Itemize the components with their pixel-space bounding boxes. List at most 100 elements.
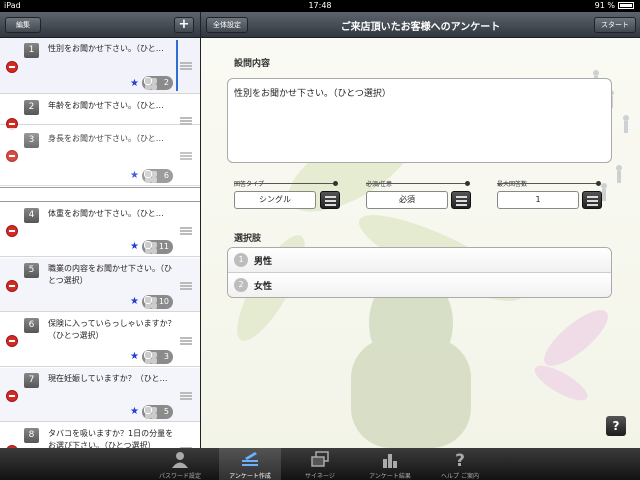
editor-navbar: 全体設定 ご来店頂いたお客様へのアンケート スタート: [201, 12, 640, 38]
question-list: 1 性別をお聞かせ下さい。（ひと… ★ 2 2 年齢をお聞かせ下さい。（ひと… …: [0, 38, 200, 448]
question-number: 3: [24, 133, 39, 148]
required-star-icon: ★: [130, 296, 139, 307]
question-text: タバコを吸いますか？1日の分量をお選び下さい。（ひとつ選択）: [48, 429, 174, 448]
question-row[interactable]: 1 性別をお聞かせ下さい。（ひと… ★ 2: [0, 38, 200, 94]
person-icon: [172, 452, 188, 468]
tab-survey-create[interactable]: アンケート作成: [219, 448, 281, 480]
tab-label: パスワード設定: [158, 473, 201, 480]
max-answers-list-button[interactable]: [582, 191, 602, 209]
bar-chart-icon: [383, 454, 397, 468]
choice-text: 女性: [254, 282, 273, 292]
question-text: 体重をお聞かせ下さい。（ひと…: [48, 209, 164, 218]
reorder-handle-icon[interactable]: [180, 152, 192, 160]
start-button[interactable]: スタート: [594, 17, 636, 33]
answer-type-field[interactable]: シングル: [234, 191, 316, 209]
choice-row[interactable]: 1 男性: [228, 248, 611, 273]
battery-percent: 91 %: [594, 1, 615, 10]
choice-row[interactable]: 2 女性: [228, 273, 611, 297]
tab-password-settings[interactable]: パスワード設定: [149, 448, 211, 480]
required-star-icon: ★: [130, 406, 139, 417]
question-row[interactable]: 2 年齢をお聞かせ下さい。（ひと…: [0, 95, 200, 130]
edit-button[interactable]: 編集: [5, 17, 41, 33]
required-star-icon: ★: [130, 241, 139, 252]
required-star-icon: ★: [130, 170, 139, 181]
choice-count-badge: 10: [142, 295, 173, 309]
status-bar: iPad 17:48 91 %: [0, 0, 640, 12]
question-text: 性別をお聞かせ下さい。（ひと…: [48, 44, 164, 53]
tab-help[interactable]: ? ヘルプ ご案内: [429, 448, 491, 480]
choices-list: 1 男性 2 女性: [227, 247, 612, 298]
help-button[interactable]: ?: [606, 416, 626, 436]
delete-icon[interactable]: [6, 280, 18, 292]
tab-signage[interactable]: サイネージ: [289, 448, 351, 480]
required-star-icon: ★: [130, 351, 139, 362]
max-answers-divider: [497, 181, 601, 186]
choice-count-badge: 2: [142, 76, 173, 90]
edit-list-icon: [242, 452, 258, 466]
question-number: 4: [24, 208, 39, 223]
choice-number: 1: [234, 253, 248, 267]
reorder-handle-icon[interactable]: [180, 392, 192, 400]
question-row[interactable]: 6 保険に入っていらっしゃいますか？（ひとつ選択） ★ 3: [0, 313, 200, 367]
tab-label: ヘルプ ご案内: [441, 473, 479, 480]
choice-count-badge: 6: [142, 169, 173, 183]
reorder-handle-icon[interactable]: [180, 227, 192, 235]
required-star-icon: ★: [130, 78, 139, 89]
drag-insertion-gap: [0, 187, 200, 202]
max-answers-field[interactable]: 1: [497, 191, 579, 209]
question-number: 2: [24, 100, 39, 115]
question-editor: 設問内容 性別をお聞かせ下さい。（ひとつ選択） 回答タイプ シングル 必須/任意…: [201, 38, 640, 448]
required-list-button[interactable]: [451, 191, 471, 209]
question-text: 年齢をお聞かせ下さい。（ひと…: [48, 101, 164, 110]
reorder-handle-icon[interactable]: [180, 117, 192, 125]
choice-text: 男性: [254, 257, 273, 267]
question-list-navbar: 編集 +: [0, 12, 200, 38]
question-content-label: 設問内容: [234, 59, 271, 69]
question-number: 8: [24, 428, 39, 443]
tab-label: アンケート結果: [369, 473, 411, 480]
help-icon: ?: [455, 451, 465, 468]
delete-icon[interactable]: [6, 390, 18, 402]
clock: 17:48: [308, 1, 332, 10]
choice-count-badge: 11: [142, 240, 173, 254]
page-title: ご来店頂いたお客様へのアンケート: [340, 22, 501, 33]
answer-type-divider: [234, 181, 338, 186]
question-text: 職業の内容をお聞かせ下さい。（ひとつ選択）: [48, 264, 172, 285]
question-text: 現在妊娠していますか？（ひと…: [48, 374, 168, 383]
question-number: 5: [24, 263, 39, 278]
reorder-handle-icon[interactable]: [180, 282, 192, 290]
choices-label: 選択肢: [234, 234, 262, 244]
question-text: 身長をお聞かせ下さい。（ひと…: [48, 134, 164, 143]
question-row[interactable]: 7 現在妊娠していますか？（ひと… ★ 5: [0, 368, 200, 422]
reorder-handle-icon[interactable]: [180, 337, 192, 345]
battery-status: 91 %: [595, 1, 634, 10]
choice-number: 2: [234, 278, 248, 292]
question-number: 7: [24, 373, 39, 388]
question-number: 1: [24, 43, 39, 58]
question-row[interactable]: 8 タバコを吸いますか？1日の分量をお選び下さい。（ひとつ選択）: [0, 423, 200, 448]
add-question-button[interactable]: +: [174, 17, 194, 33]
reorder-handle-icon[interactable]: [180, 62, 192, 70]
delete-icon[interactable]: [6, 225, 18, 237]
tab-survey-results[interactable]: アンケート結果: [359, 448, 421, 480]
battery-icon: [618, 2, 634, 9]
svg-text:?: ?: [455, 451, 465, 468]
tab-label: サイネージ: [305, 473, 335, 480]
question-text-field[interactable]: 性別をお聞かせ下さい。（ひとつ選択）: [227, 78, 612, 163]
question-row[interactable]: 3 身長をお聞かせ下さい。（ひと… ★ 6: [0, 128, 200, 186]
delete-icon[interactable]: [6, 150, 18, 162]
answer-type-list-button[interactable]: [320, 191, 340, 209]
question-text: 保険に入っていらっしゃいますか？（ひとつ選択）: [48, 319, 176, 340]
required-divider: [366, 181, 470, 186]
choice-count-badge: 5: [142, 405, 173, 419]
question-number: 6: [24, 318, 39, 333]
required-field[interactable]: 必須: [366, 191, 448, 209]
question-row[interactable]: 5 職業の内容をお聞かせ下さい。（ひとつ選択） ★ 10: [0, 258, 200, 312]
delete-icon[interactable]: [6, 335, 18, 347]
tab-label: アンケート作成: [229, 473, 271, 480]
tab-bar: パスワード設定 アンケート作成 サイネージ アンケート結果 ? ヘルプ ご案内: [0, 448, 640, 480]
delete-icon[interactable]: [6, 61, 18, 73]
choice-count-badge: 3: [142, 350, 173, 364]
question-row[interactable]: 4 体重をお聞かせ下さい。（ひと… ★ 11: [0, 203, 200, 257]
screens-icon: [311, 451, 329, 467]
